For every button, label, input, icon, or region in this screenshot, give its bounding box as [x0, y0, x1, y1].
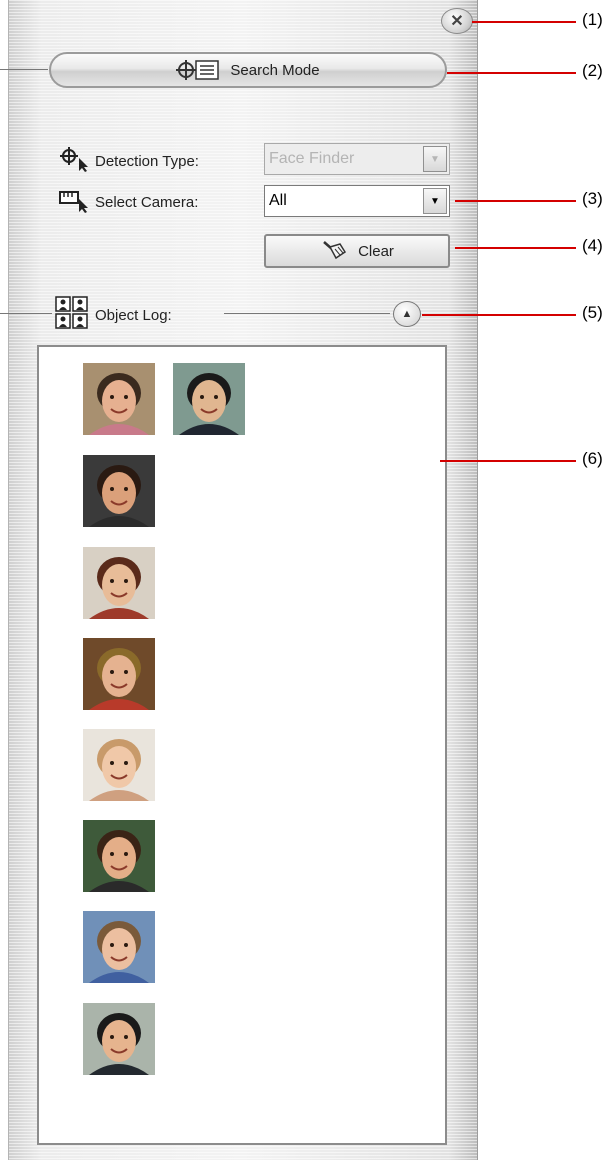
- face-girl-pigtails-thumbnail[interactable]: [83, 363, 155, 435]
- callout-line-3: [455, 200, 576, 202]
- callout-label-2: (2): [582, 61, 603, 80]
- camera-icon: [57, 187, 91, 217]
- callout-line-2: [447, 72, 576, 74]
- collapse-button[interactable]: ▲: [393, 301, 421, 327]
- search-mode-label: Search Mode: [230, 61, 320, 79]
- close-icon: ✕: [450, 13, 464, 30]
- chevron-up-icon: ▲: [401, 308, 413, 320]
- select-camera-value: All: [269, 192, 287, 209]
- select-camera-label: Select Camera:: [95, 193, 199, 211]
- face-girl-blue-hat-thumbnail[interactable]: [83, 911, 155, 983]
- crosshair-icon: [57, 146, 91, 176]
- face-man-suit-thumbnail[interactable]: [173, 363, 245, 435]
- callout-label-1: (1): [582, 10, 603, 29]
- search-mode-icon: [176, 58, 220, 82]
- object-log-list[interactable]: [37, 345, 447, 1145]
- face-man-gray-thumbnail[interactable]: [83, 1003, 155, 1075]
- face-child-gold-hat-thumbnail[interactable]: [83, 638, 155, 710]
- object-log-label: Object Log:: [95, 306, 172, 324]
- face-child-cowboy-hat-thumbnail[interactable]: [83, 547, 155, 619]
- connector-line: [0, 313, 52, 314]
- callout-label-3: (3): [582, 189, 603, 208]
- detection-type-select[interactable]: Face Finder ▼: [264, 143, 450, 175]
- search-mode-button[interactable]: Search Mode: [49, 52, 447, 88]
- select-camera-select[interactable]: All ▼: [264, 185, 450, 217]
- face-boy-glasses-thumbnail[interactable]: [83, 820, 155, 892]
- face-child-dark-hat-thumbnail[interactable]: [83, 455, 155, 527]
- clear-button[interactable]: Clear: [264, 234, 450, 268]
- chevron-down-icon[interactable]: ▼: [423, 188, 447, 214]
- callout-line-6: [440, 460, 576, 462]
- callout-line-5: [422, 314, 576, 316]
- detection-type-value: Face Finder: [269, 150, 355, 167]
- detection-type-label: Detection Type:: [95, 152, 199, 170]
- object-log-header: Object Log:: [55, 296, 172, 334]
- detection-type-row: Detection Type:: [57, 146, 199, 176]
- chevron-down-icon[interactable]: ▼: [423, 146, 447, 172]
- callout-line-4: [455, 247, 576, 249]
- clear-label: Clear: [358, 242, 394, 260]
- face-girl-glasses-thumbnail[interactable]: [83, 729, 155, 801]
- object-log-icon: [55, 296, 89, 334]
- callout-label-5: (5): [582, 303, 603, 322]
- close-button[interactable]: ✕: [441, 8, 473, 34]
- callout-label-4: (4): [582, 236, 603, 255]
- callout-label-6: (6): [582, 449, 603, 468]
- object-log-divider: [224, 313, 390, 314]
- broom-icon: [320, 238, 348, 264]
- search-panel: ✕ Search Mode Detection Type: Face Finde…: [8, 0, 478, 1160]
- connector-line: [0, 69, 48, 70]
- callout-line-1: [472, 21, 576, 23]
- select-camera-row: Select Camera:: [57, 187, 198, 217]
